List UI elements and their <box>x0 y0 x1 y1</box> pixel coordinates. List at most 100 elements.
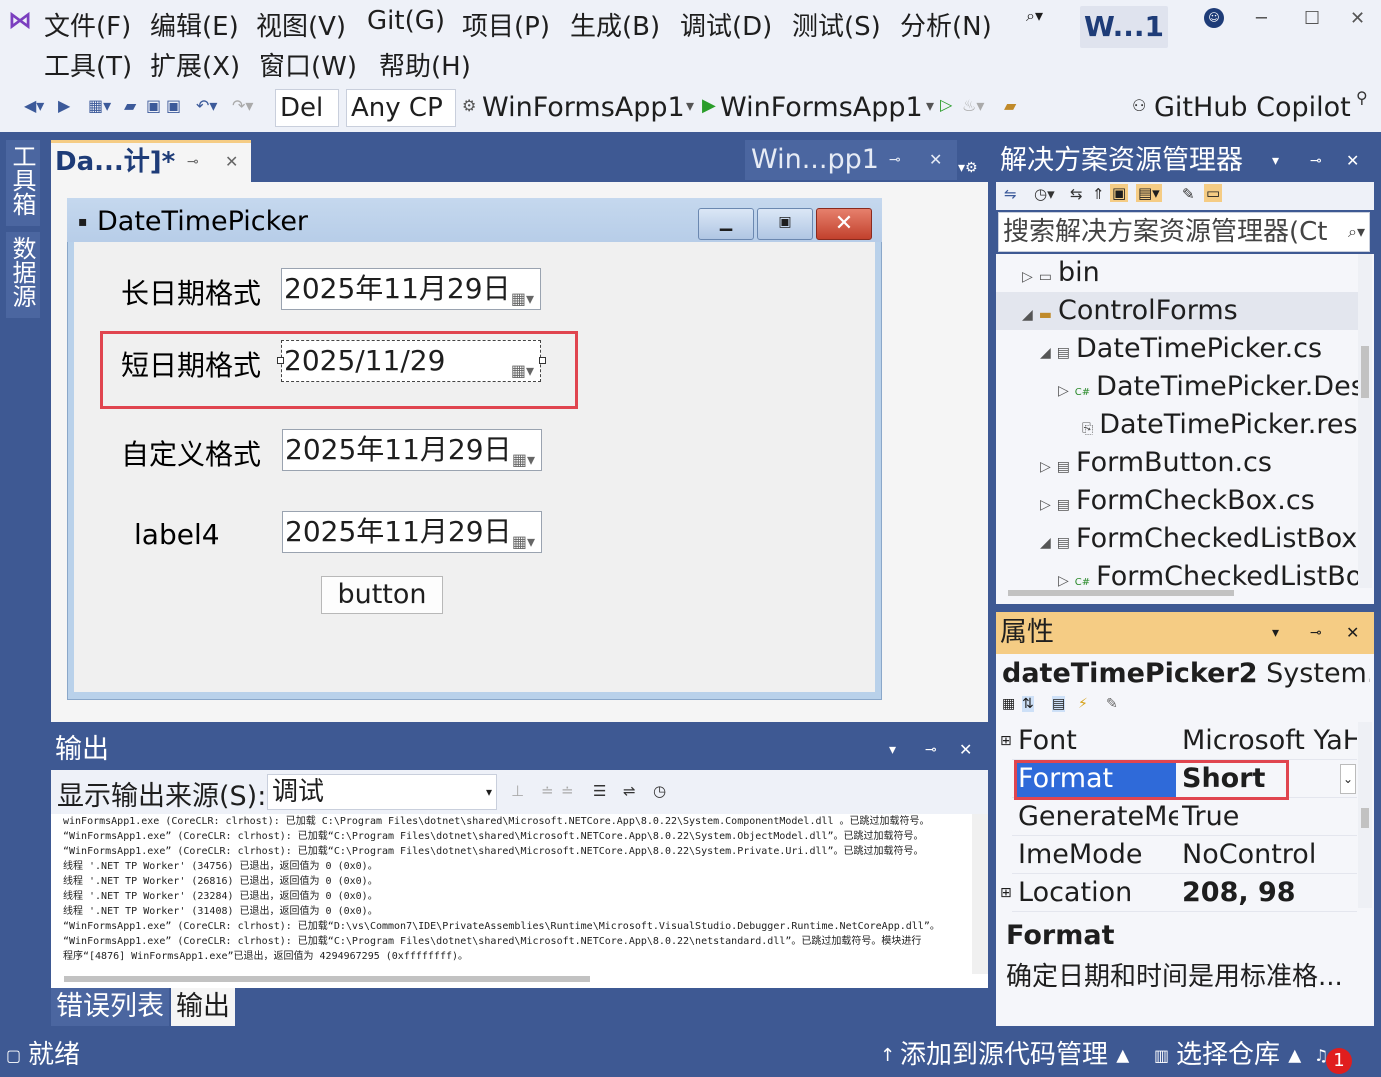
add-to-source-control-button[interactable]: 添加到源代码管理 ▴ <box>900 1034 1129 1077</box>
tree-item-bin[interactable]: ▷ ▭ bin <box>1022 254 1358 292</box>
search-icon[interactable]: ⌕▾ <box>1026 6 1043 26</box>
scrollbar-thumb[interactable] <box>1361 808 1369 828</box>
calendar-dropdown-icon[interactable]: ▦▾ <box>512 522 535 552</box>
form-button[interactable]: button <box>321 576 443 614</box>
save-icon[interactable]: ▣ <box>146 96 161 115</box>
switch-view-icon[interactable]: ⇆ <box>1070 185 1083 203</box>
expand-icon[interactable]: ⊞ <box>1000 874 1012 912</box>
expand-icon[interactable]: ▷ <box>1040 459 1051 475</box>
property-row-imemode[interactable]: ImeMode NoControl <box>1012 836 1357 874</box>
maximize-icon[interactable]: ☐ <box>1304 8 1320 29</box>
menu-build[interactable]: 生成(B) <box>570 6 660 43</box>
menu-tools[interactable]: 工具(T) <box>44 46 132 83</box>
pin-icon[interactable]: ⊸ <box>1310 612 1322 654</box>
dropdown-icon[interactable]: ▾ <box>926 96 934 115</box>
close-icon[interactable]: ✕ <box>1346 140 1359 182</box>
visual-studio-logo-icon[interactable]: ⋈ <box>8 6 36 34</box>
output-text-area[interactable]: winFormsApp1.exe (CoreCLR: clrhost): 已加载… <box>51 814 988 988</box>
menu-window[interactable]: 窗口(W) <box>259 46 357 83</box>
close-icon[interactable]: ✕ <box>225 143 238 181</box>
calendar-dropdown-icon[interactable]: ▦▾ <box>511 351 534 381</box>
long-date-picker[interactable]: 2025年11月29日 ▦▾ <box>281 268 541 310</box>
clear-all-icon[interactable]: ☰ <box>593 782 606 800</box>
menu-debug[interactable]: 调试(D) <box>680 6 772 43</box>
pin-icon[interactable]: ⊸ <box>187 143 199 181</box>
collapse-icon[interactable]: ◢ <box>1040 345 1051 361</box>
dropdown-icon[interactable]: ▾ <box>1272 612 1279 654</box>
show-all-files-icon[interactable]: ▣ <box>1110 184 1129 202</box>
menu-edit[interactable]: 编辑(E) <box>150 6 239 43</box>
wrench-icon[interactable]: ✎ <box>1182 185 1195 203</box>
undo-icon[interactable]: ↶▾ <box>196 96 217 115</box>
start-debug-icon[interactable]: ▶ <box>702 95 716 116</box>
dropdown-icon[interactable]: ▾ <box>1272 140 1279 182</box>
expand-icon[interactable]: ▷ <box>1058 383 1069 399</box>
sync-icon[interactable]: ⇋ <box>1004 185 1017 203</box>
form-maximize-button[interactable]: ▣ <box>757 208 813 240</box>
calendar-dropdown-icon[interactable]: ▦▾ <box>512 440 535 470</box>
pin-icon[interactable]: ⊸ <box>889 140 901 180</box>
tree-vertical-scrollbar[interactable] <box>1358 254 1372 588</box>
tab-overflow-icon[interactable]: ▾⚙ <box>958 160 978 176</box>
output-horizontal-scrollbar[interactable] <box>64 976 590 982</box>
tree-item-formbutton[interactable]: ▷ ▤ FormButton.cs <box>1040 444 1358 482</box>
close-icon[interactable]: ✕ <box>1350 8 1365 29</box>
property-row-font[interactable]: ⊞ Font Microsoft YaH <box>1000 722 1357 760</box>
tree-item-formcheckbox[interactable]: ▷ ▤ FormCheckBox.cs <box>1040 482 1358 520</box>
output-source-dropdown[interactable]: 调试 ▾ <box>267 774 497 810</box>
redo-icon[interactable]: ↷▾ <box>232 96 253 115</box>
tab-error-list[interactable]: 错误列表 <box>51 988 169 1026</box>
hot-reload-icon[interactable]: ♨▾ <box>962 96 984 115</box>
expand-icon[interactable]: ⊞ <box>1000 722 1012 760</box>
property-row-location[interactable]: ⊞ Location 208, 98 <box>1000 874 1357 912</box>
property-pages-icon[interactable]: ✎ <box>1106 696 1118 712</box>
back-icon[interactable]: ◀▾ <box>24 96 44 115</box>
clock-icon[interactable]: ◷ <box>653 782 666 800</box>
short-date-picker[interactable]: 2025/11/29 ▦▾ <box>281 340 541 382</box>
datasource-tab[interactable]: 数据源 <box>6 232 40 318</box>
prev-message-icon[interactable]: ≐ <box>541 782 554 800</box>
form-minimize-button[interactable]: ▁ <box>698 208 754 240</box>
tree-item-formcheckedlistbox[interactable]: ◢ ▤ FormCheckedListBox. <box>1040 520 1358 558</box>
tab-designer[interactable]: Da...计]* ⊸ ✕ <box>51 140 251 182</box>
history-icon[interactable]: ◷▾ <box>1034 185 1055 203</box>
tree-item-datetimepicker-resx[interactable]: ⎘ DateTimePicker.resx <box>1082 406 1358 444</box>
pin-icon[interactable]: ⊸ <box>1310 140 1322 182</box>
menu-test[interactable]: 测试(S) <box>792 6 881 43</box>
close-icon[interactable]: ✕ <box>929 140 942 180</box>
close-icon[interactable]: ✕ <box>959 730 972 770</box>
scrollbar-thumb[interactable] <box>1361 346 1369 398</box>
expand-icon[interactable]: ▷ <box>1058 573 1069 588</box>
select-repository-button[interactable]: 选择仓库 ▴ <box>1176 1034 1301 1077</box>
collapse-icon[interactable]: ◢ <box>1022 307 1033 323</box>
dropdown-icon[interactable]: ▾ <box>686 96 694 115</box>
tab-winformsapp1[interactable]: Win...pp1 ⊸ ✕ <box>745 140 957 180</box>
toolbox-tab[interactable]: 工具箱 <box>6 140 40 226</box>
tree-item-datetimepicker[interactable]: ◢ ▤ DateTimePicker.cs <box>1040 330 1358 368</box>
output-vertical-scrollbar[interactable] <box>972 814 988 974</box>
menu-help[interactable]: 帮助(H) <box>379 46 471 83</box>
save-all-icon[interactable]: ▣ <box>166 96 181 115</box>
word-wrap-icon[interactable]: ⇌ <box>623 782 636 800</box>
dropdown-icon[interactable]: ▾ <box>889 730 896 770</box>
folder-icon[interactable]: ▰ <box>1004 96 1016 115</box>
form-close-button[interactable]: ✕ <box>816 208 872 240</box>
close-icon[interactable]: ✕ <box>1346 612 1359 654</box>
menu-extensions[interactable]: 扩展(X) <box>150 46 240 83</box>
tree-item-formcheckedlistbox-designer[interactable]: ▷ C# FormCheckedListBo <box>1058 558 1358 588</box>
minimize-icon[interactable]: ─ <box>1256 8 1267 29</box>
tree-item-datetimepicker-designer[interactable]: ▷ C# DateTimePicker.Des <box>1058 368 1358 406</box>
alphabetical-icon[interactable]: ⇅ <box>1022 696 1034 712</box>
account-icon[interactable]: ☺ <box>1204 8 1224 28</box>
startup-project-dropdown[interactable]: WinFormsApp1 <box>482 89 685 127</box>
tree-horizontal-scrollbar[interactable] <box>1008 590 1234 596</box>
pin-icon[interactable]: ⚲ <box>1356 88 1368 107</box>
find-icon[interactable]: ⊥ <box>511 782 524 800</box>
events-icon[interactable]: ⚡ <box>1078 696 1088 712</box>
categorized-icon[interactable]: ▦ <box>1002 696 1015 712</box>
date-picker-4[interactable]: 2025年11月29日 ▦▾ <box>282 511 542 553</box>
menu-view[interactable]: 视图(V) <box>256 6 346 43</box>
object-selector[interactable]: dateTimePicker2 System.W <box>1002 656 1370 692</box>
expand-icon[interactable]: ▷ <box>1022 269 1033 285</box>
start-without-debug-icon[interactable]: ▷ <box>940 95 952 114</box>
